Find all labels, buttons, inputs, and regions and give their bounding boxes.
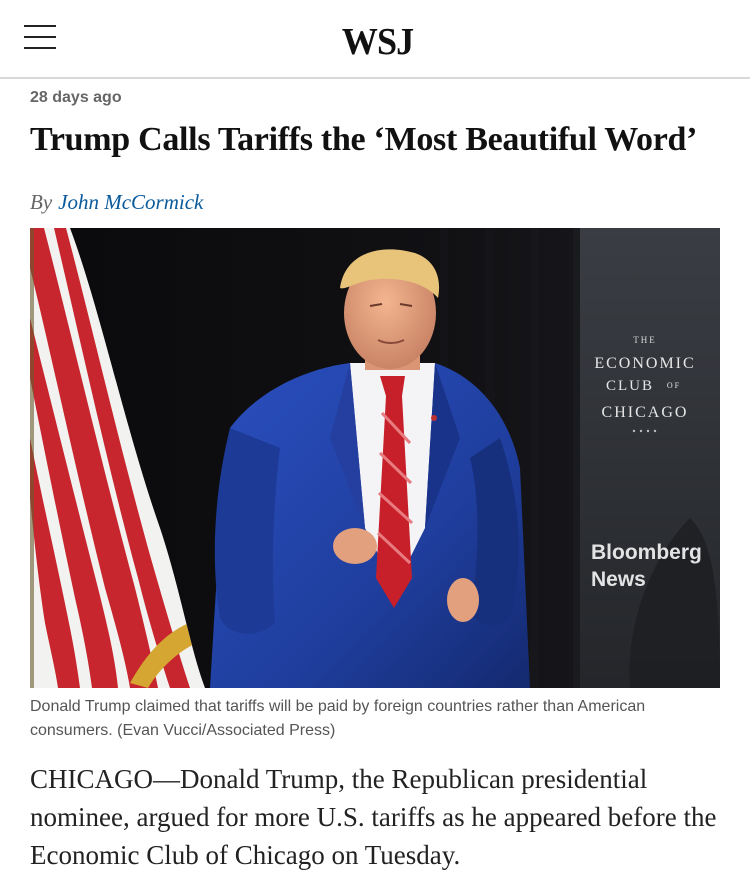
menu-line-bottom: [24, 47, 56, 49]
backdrop-text-of: OF: [667, 381, 681, 390]
menu-line-top: [24, 25, 56, 27]
article-lead-paragraph: CHICAGO—Donald Trump, the Republican pre…: [30, 764, 717, 870]
panel-edge: [573, 228, 580, 688]
byline-prefix: By: [30, 190, 53, 214]
top-navigation-bar: WSJ: [0, 0, 750, 79]
backdrop-text-bloomberg: Bloomberg: [591, 541, 702, 564]
backdrop-text-the: THE: [633, 335, 657, 345]
photo-caption: Donald Trump claimed that tariffs will b…: [30, 698, 646, 739]
article-photo[interactable]: THE ECONOMIC CLUB OF CHICAGO Bloomberg N…: [30, 228, 720, 688]
wsj-logo[interactable]: WSJ: [342, 20, 414, 64]
backdrop-text-club: CLUB: [606, 378, 654, 394]
article-headline: Trump Calls Tariffs the ‘Most Beautiful …: [30, 121, 698, 158]
hamburger-menu-icon[interactable]: [24, 22, 58, 52]
menu-line-middle: [24, 36, 56, 38]
photo-illustration: THE ECONOMIC CLUB OF CHICAGO Bloomberg N…: [30, 228, 720, 688]
backdrop-text-news: News: [591, 568, 646, 591]
byline: By John McCormick: [30, 188, 203, 216]
author-link[interactable]: John McCormick: [58, 190, 203, 214]
backdrop-text-chicago: CHICAGO: [602, 404, 689, 421]
article-timestamp: 28 days ago: [30, 89, 122, 106]
flag-pole: [30, 228, 34, 688]
backdrop-text-economic: ECONOMIC: [594, 355, 695, 372]
